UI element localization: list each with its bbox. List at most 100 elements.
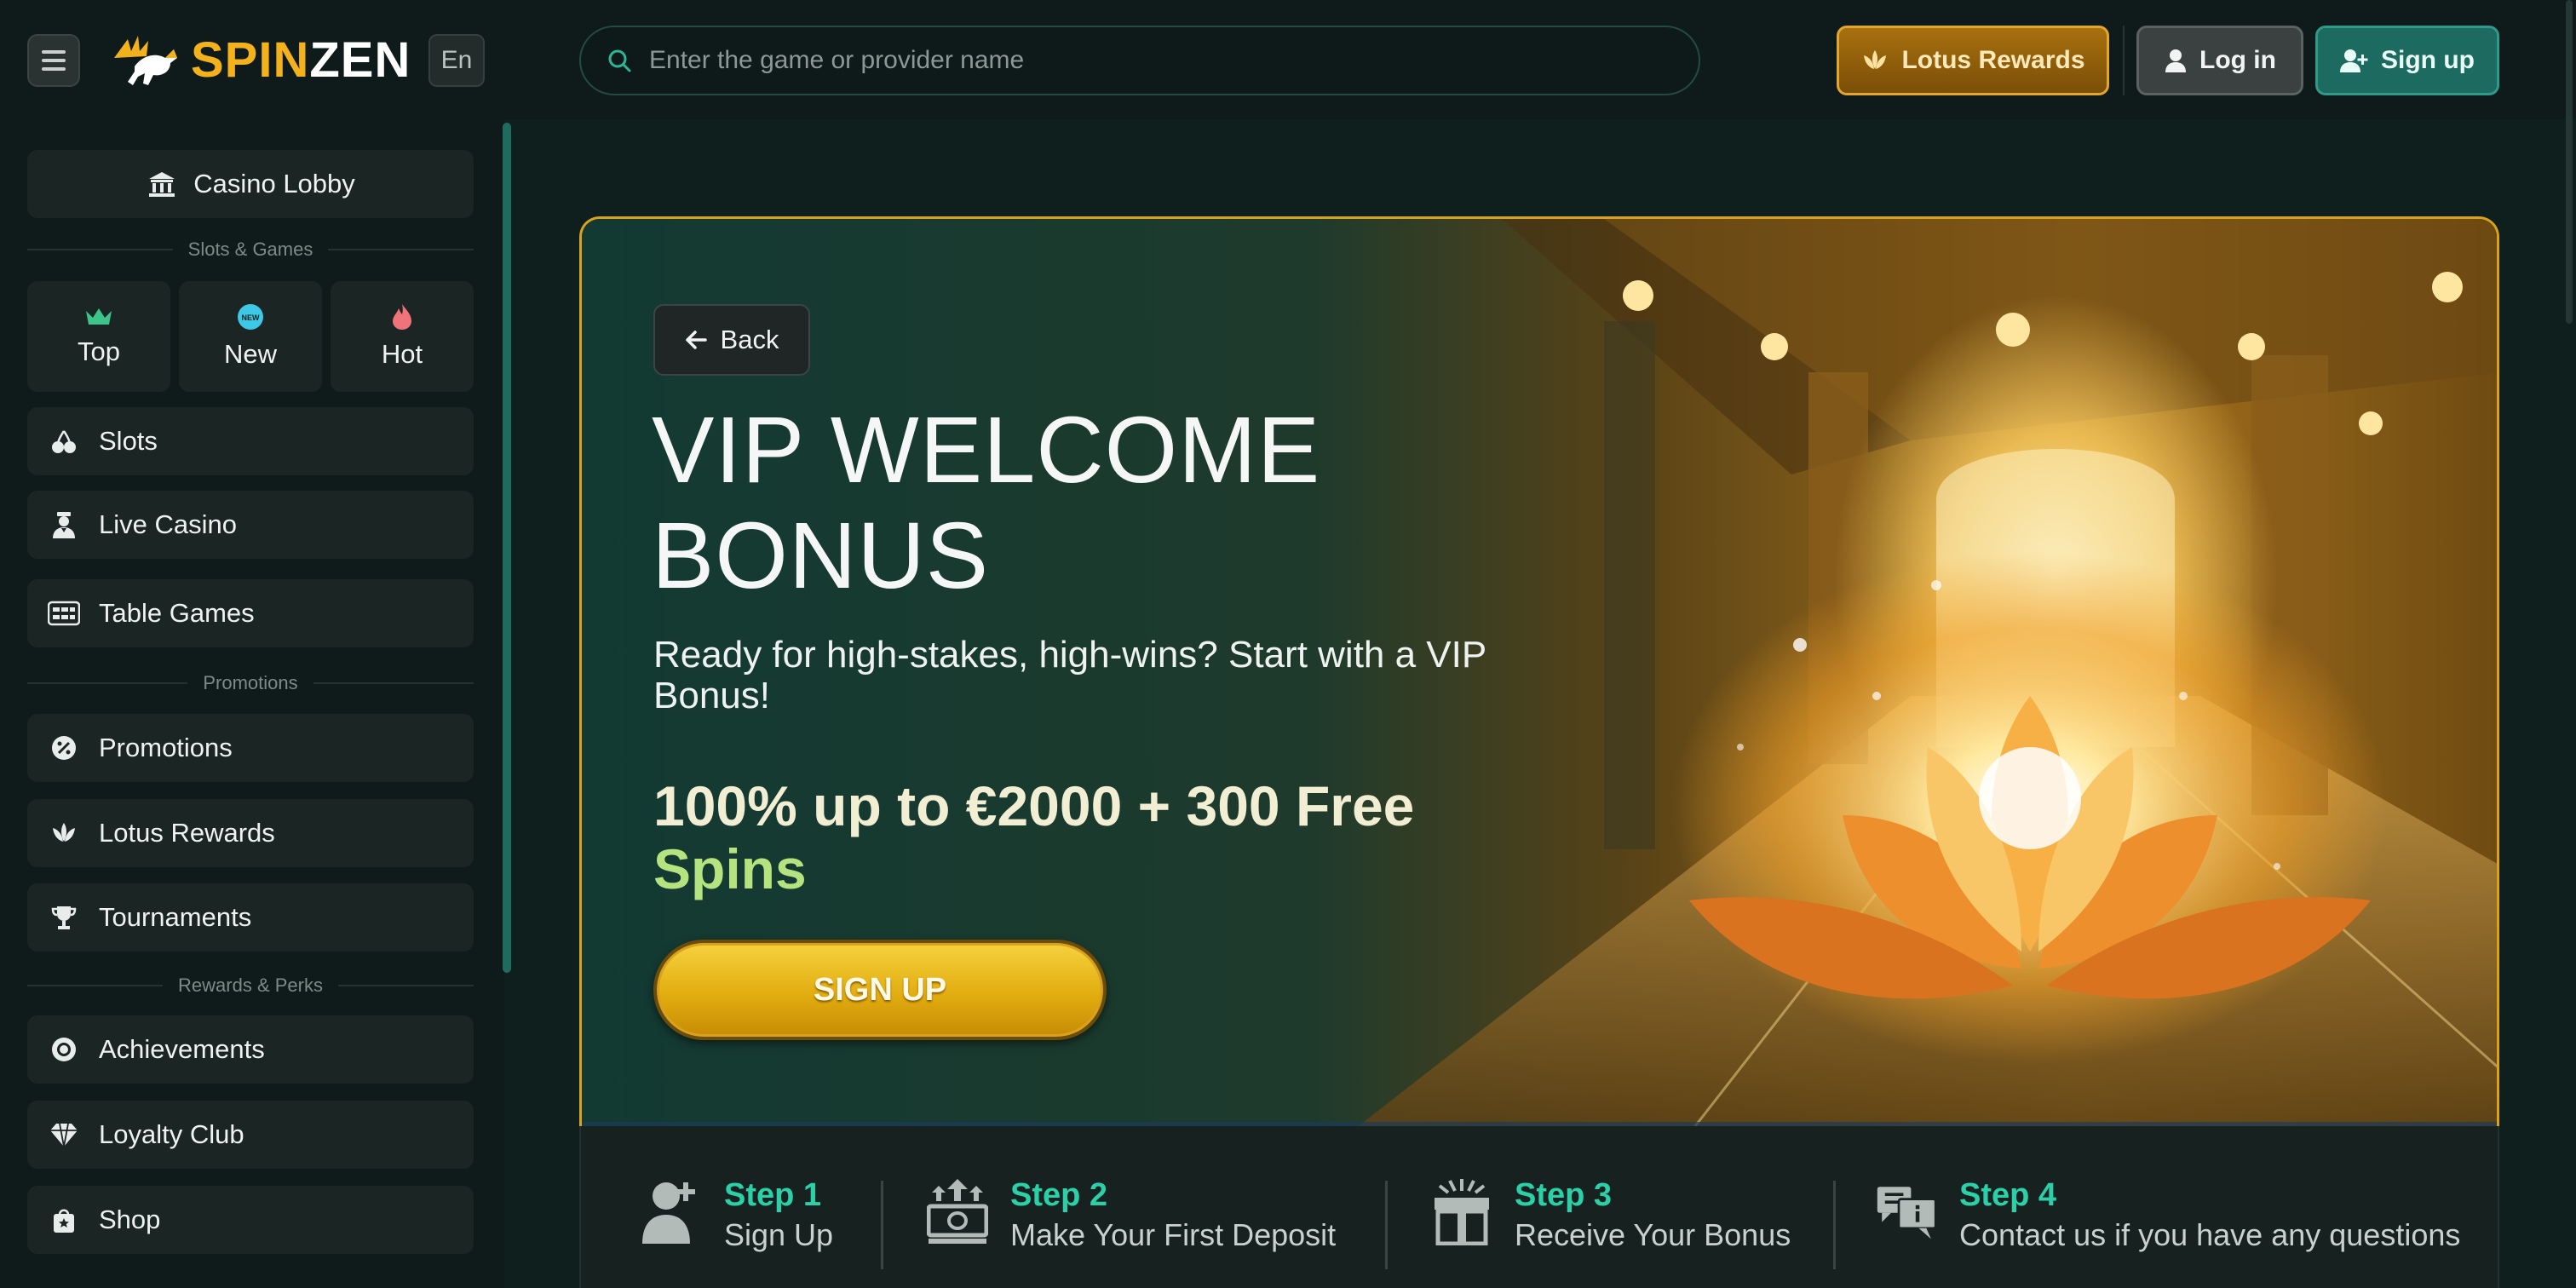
sidebar-item-achievements[interactable]: Achievements	[27, 1015, 474, 1084]
pegasus-logo-icon	[114, 36, 177, 85]
sidebar-item-label: Live Casino	[99, 509, 237, 539]
search-bar[interactable]	[579, 26, 1700, 95]
sidebar-item-table-games[interactable]: Table Games	[27, 579, 474, 647]
step-4: Step 4 Contact us if you have any questi…	[1876, 1177, 2460, 1257]
search-icon	[608, 49, 631, 72]
logo-spin-text: SPIN	[191, 32, 310, 88]
tile-label: Hot	[381, 339, 423, 369]
hero-subtitle: Ready for high-stakes, high-wins? Start …	[653, 634, 1486, 716]
step-text: Make Your First Deposit	[1010, 1217, 1337, 1252]
step-number: Step 1	[724, 1177, 822, 1213]
step-divider	[881, 1181, 883, 1269]
table-games-icon	[48, 597, 80, 630]
sidebar-item-live-casino[interactable]: Live Casino	[27, 491, 474, 559]
step-divider	[1833, 1181, 1836, 1269]
sidebar-item-label: Casino Lobby	[193, 169, 355, 198]
sidebar-item-slots[interactable]: Slots	[27, 407, 474, 475]
lotus-icon	[1864, 50, 1887, 69]
bonus-steps-bar: Step 1 Sign Up Step 2 Make Your First De…	[579, 1126, 2499, 1288]
sidebar-item-casino-lobby[interactable]: Casino Lobby	[27, 150, 474, 218]
signup-button[interactable]: Sign up	[2315, 26, 2499, 95]
step-number: Step 4	[1959, 1177, 2057, 1213]
bonus-offer: 100% up to €2000 + 300 Free Spins	[653, 774, 1590, 900]
tile-top[interactable]: Top	[27, 281, 170, 392]
arrow-left-icon	[685, 331, 707, 349]
lotus-rewards-button[interactable]: Lotus Rewards	[1837, 26, 2109, 95]
temple-icon	[146, 168, 178, 200]
title-line-2: BONUS	[652, 503, 990, 608]
tile-label: New	[223, 339, 277, 369]
logo[interactable]: SPINZEN	[109, 29, 411, 92]
login-label: Log in	[2199, 46, 2276, 74]
search-input[interactable]	[647, 45, 1656, 76]
step-2: Step 2 Make Your First Deposit	[927, 1177, 1336, 1257]
gift-icon	[1435, 1179, 1489, 1245]
section-label-text: Slots & Games	[187, 239, 313, 260]
lotus-icon	[48, 817, 80, 849]
sidebar-item-label: Slots	[99, 426, 158, 456]
signup-label: Sign up	[2381, 46, 2475, 74]
step-text: Receive Your Bonus	[1515, 1217, 1791, 1252]
support-chat-icon	[1877, 1187, 1937, 1239]
logo-wordmark: SPINZEN	[191, 36, 411, 85]
section-label-text: Rewards & Perks	[178, 975, 323, 996]
deposit-icon	[927, 1179, 988, 1244]
section-label-rewards-perks: Rewards & Perks	[27, 973, 474, 998]
tile-new[interactable]: NEW New	[179, 281, 322, 392]
user-icon	[2165, 49, 2186, 72]
step-text: Sign Up	[724, 1217, 834, 1252]
step-divider	[1385, 1181, 1388, 1269]
sidebar-item-label: Promotions	[99, 733, 233, 762]
new-badge-icon: NEW	[238, 304, 263, 330]
back-label: Back	[720, 325, 779, 354]
login-button[interactable]: Log in	[2136, 26, 2303, 95]
shopping-bag-icon	[48, 1204, 80, 1236]
sidebar-item-label: Achievements	[99, 1034, 265, 1064]
step-number: Step 3	[1515, 1177, 1613, 1213]
add-user-icon	[2340, 49, 2368, 72]
step-number: Step 2	[1010, 1177, 1108, 1213]
sidebar-item-shop[interactable]: Shop	[27, 1186, 474, 1254]
section-label-text: Promotions	[203, 672, 298, 693]
trophy-icon	[48, 901, 80, 934]
vip-bonus-banner: Back VIP WELCOME BONUS Ready for high-st…	[579, 216, 2499, 1131]
language-selector[interactable]: En	[428, 34, 485, 87]
logo-zen-text: ZEN	[309, 32, 411, 88]
page-scrollbar[interactable]	[2566, 0, 2573, 324]
back-button[interactable]: Back	[653, 304, 810, 376]
section-label-slots-games: Slots & Games	[27, 237, 474, 262]
step-text: Contact us if you have any questions	[1959, 1217, 2461, 1252]
top-bar: SPINZEN En Lotus Rewards Log in	[0, 0, 2576, 119]
sidebar-item-label: Shop	[99, 1205, 161, 1234]
title-line-1: VIP WELCOME	[652, 398, 1321, 503]
page-title: VIP WELCOME BONUS	[652, 398, 1418, 609]
dealer-icon	[48, 509, 80, 541]
medal-icon	[48, 1033, 80, 1066]
svg-text:NEW: NEW	[242, 313, 261, 322]
sidebar-item-lotus-rewards[interactable]: Lotus Rewards	[27, 799, 474, 867]
bonus-offer-spins: Spins	[653, 837, 807, 900]
percent-badge-icon	[48, 732, 80, 764]
lotus-rewards-label: Lotus Rewards	[1901, 46, 2085, 74]
step-3: Step 3 Receive Your Bonus	[1431, 1177, 1791, 1257]
sidebar-item-tournaments[interactable]: Tournaments	[27, 883, 474, 952]
section-label-promotions: Promotions	[27, 670, 474, 696]
add-user-icon	[642, 1182, 695, 1244]
bonus-offer-amount: 100% up to €2000 + 300 Free	[653, 774, 1415, 837]
flame-icon	[393, 304, 411, 330]
step-1: Step 1 Sign Up	[641, 1177, 833, 1257]
crown-icon	[86, 308, 112, 325]
tile-label: Top	[78, 336, 120, 366]
tile-hot[interactable]: Hot	[331, 281, 474, 392]
diamond-icon	[48, 1118, 80, 1151]
sidebar-item-label: Lotus Rewards	[99, 818, 275, 848]
hamburger-menu-button[interactable]	[27, 34, 80, 87]
signup-cta-button[interactable]: SIGN UP	[653, 940, 1107, 1040]
cherries-icon	[48, 425, 80, 457]
sidebar-scrollbar[interactable]	[503, 123, 511, 973]
sidebar-item-label: Tournaments	[99, 902, 252, 932]
sidebar-item-label: Loyalty Club	[99, 1119, 244, 1149]
sidebar-item-label: Table Games	[99, 598, 255, 628]
sidebar-item-promotions[interactable]: Promotions	[27, 714, 474, 782]
sidebar-item-loyalty-club[interactable]: Loyalty Club	[27, 1101, 474, 1169]
